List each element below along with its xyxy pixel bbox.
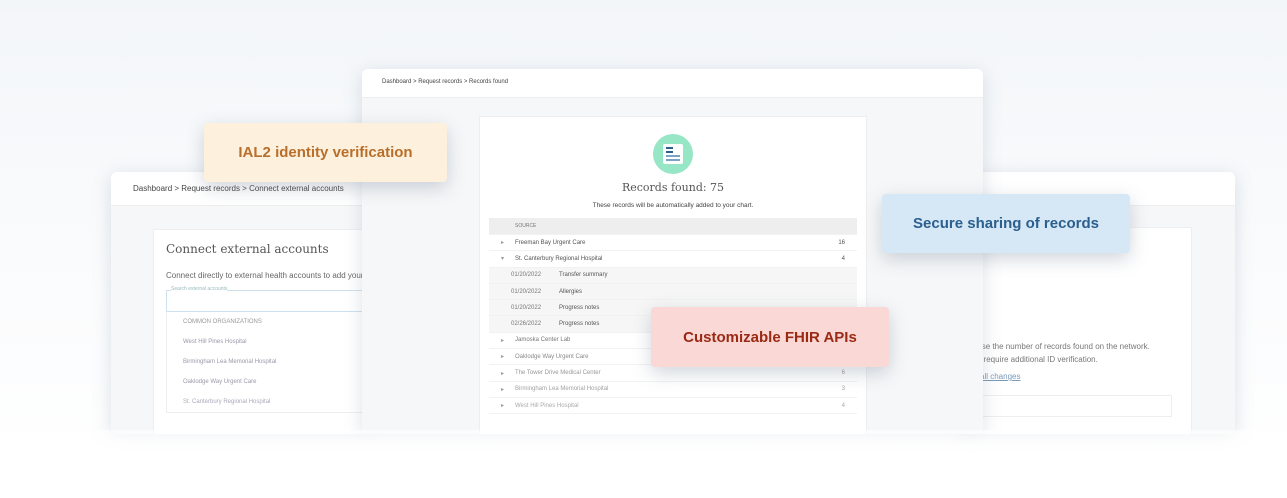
org-item[interactable]: West Hill Pines Hospital (167, 332, 371, 352)
page-title: Connect external accounts (166, 242, 329, 256)
chevron-right-icon: ▸ (501, 240, 505, 247)
section-header: COMMON ORGANIZATIONS (183, 319, 262, 325)
document-check-icon (653, 134, 693, 174)
record-row[interactable]: 01/20/2022 Transfer summary (489, 267, 857, 284)
source-row[interactable]: ▾ St. Canterbury Regional Hospital 4 (489, 251, 857, 268)
info-text: increase the number of records found on … (960, 342, 1150, 351)
breadcrumb: Dashboard > Request records > Records fo… (362, 69, 983, 98)
records-subtitle: These records will be automatically adde… (592, 202, 754, 209)
org-item[interactable]: Birmingham Lea Memorial Hospital (167, 352, 371, 372)
fhir-label: Customizable FHIR APIs (651, 307, 889, 367)
ial2-label: IAL2 identity verification (204, 123, 447, 182)
secure-sharing-label: Secure sharing of records (882, 194, 1130, 253)
org-item[interactable]: St. Canterbury Regional Hospital (167, 392, 371, 412)
bottom-fade (0, 430, 1287, 498)
description: Connect directly to external health acco… (166, 271, 371, 280)
source-row[interactable]: ▸ Freeman Bay Urgent Care 16 (489, 235, 857, 252)
chevron-down-icon: ▾ (501, 256, 505, 263)
search-input[interactable]: Search external accounts (166, 286, 371, 312)
source-row[interactable]: ▸ Birmingham Lea Memorial Hospital 3 (489, 382, 857, 398)
org-item[interactable]: Oaklodge Way Urgent Care (167, 372, 371, 392)
search-label: Search external accounts (171, 286, 228, 292)
connect-accounts-window: Dashboard > Request records > Connect ex… (111, 172, 371, 434)
record-row[interactable]: 01/20/2022 Allergies (489, 283, 857, 301)
input-field[interactable] (960, 395, 1172, 417)
info-text: s may require additional ID verification… (960, 355, 1098, 364)
column-header: SOURCE (489, 218, 857, 235)
records-title: Records found: 75 (621, 181, 725, 194)
source-row[interactable]: ▸ The Tower Drive Medical Center 6 (489, 365, 857, 382)
source-row[interactable]: ▸ West Hill Pines Hospital 4 (489, 398, 857, 415)
revert-link[interactable]: evert all changes (960, 370, 1150, 383)
